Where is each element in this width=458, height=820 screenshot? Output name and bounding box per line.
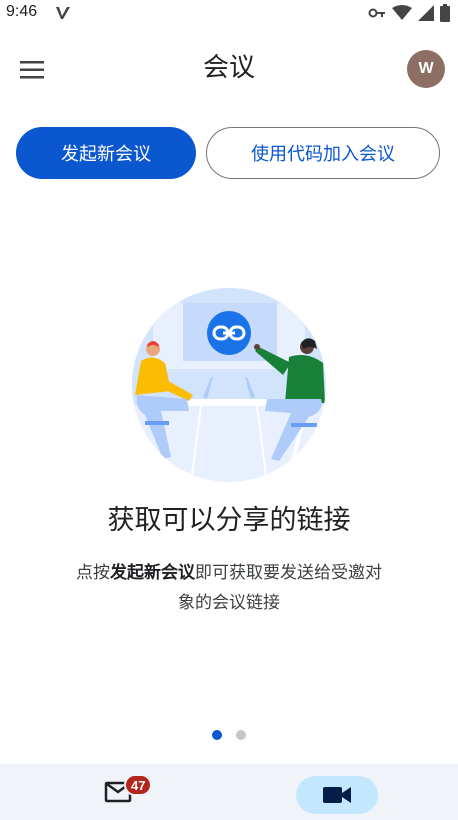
vpn-key-icon	[368, 8, 385, 18]
page-indicator	[0, 730, 458, 742]
share-link-illustration	[132, 288, 326, 482]
page-title: 会议	[202, 53, 255, 83]
status-time: 9:46	[6, 3, 38, 20]
desc-prefix: 点按	[76, 563, 110, 583]
signal-icon	[418, 5, 434, 21]
account-avatar[interactable]: W	[407, 50, 445, 88]
join-with-code-button[interactable]: 使用代码加入会议	[206, 127, 440, 179]
mail-badge: 47	[124, 774, 153, 796]
desc-bold: 发起新会议	[110, 563, 195, 583]
wifi-icon	[392, 5, 412, 20]
desc-suffix: 即可获取要发送给受邀对象的会议链接	[178, 563, 382, 613]
status-bar: 9:46	[0, 0, 458, 28]
app-bar: 会议 W	[0, 40, 458, 100]
battery-icon	[440, 4, 450, 22]
nav-meet-button[interactable]	[296, 776, 378, 814]
videocam-icon	[323, 787, 351, 803]
page-dot-2[interactable]	[236, 730, 246, 740]
onboarding-description: 点按发起新会议即可获取要发送给受邀对象的会议链接	[70, 558, 388, 618]
v-notification-icon	[56, 7, 70, 19]
status-icons	[368, 4, 450, 22]
onboarding-heading: 获取可以分享的链接	[107, 505, 351, 536]
page-dot-1[interactable]	[212, 730, 222, 740]
nav-mail-button[interactable]: 47	[88, 772, 153, 812]
action-buttons: 发起新会议 使用代码加入会议	[0, 127, 458, 179]
bottom-navigation: 47	[0, 764, 458, 820]
new-meeting-button[interactable]: 发起新会议	[16, 127, 196, 179]
link-icon	[207, 311, 251, 355]
